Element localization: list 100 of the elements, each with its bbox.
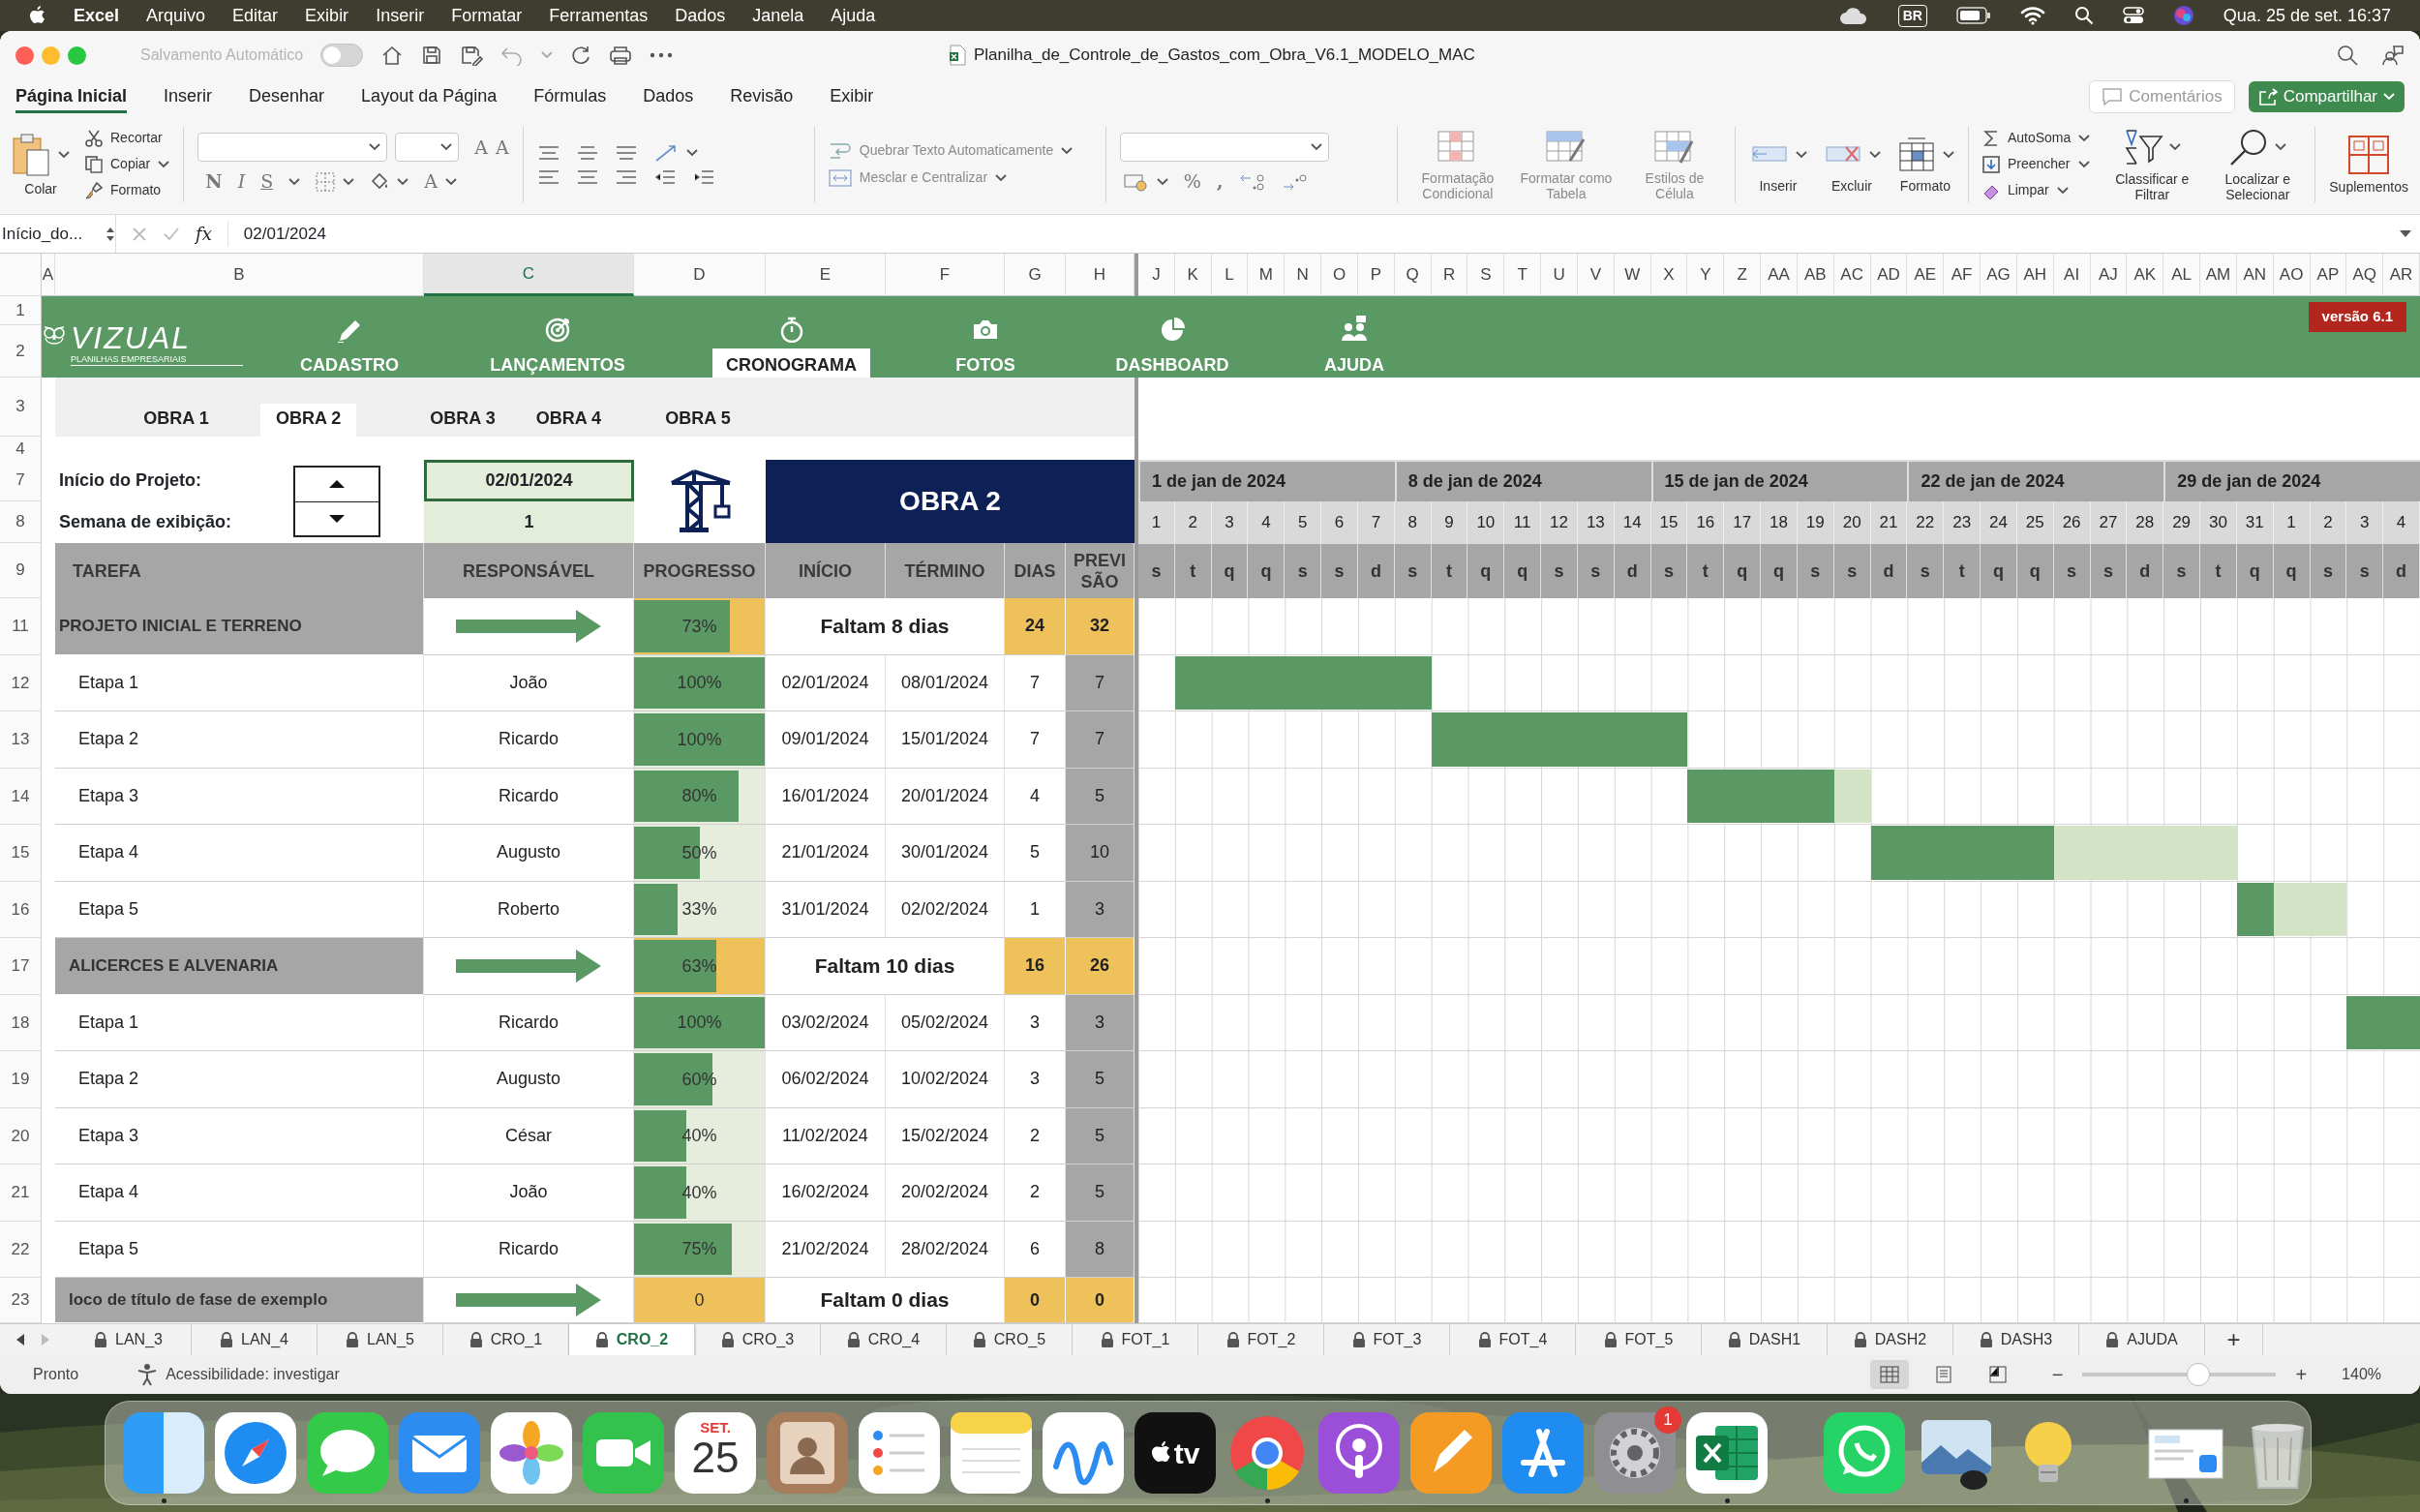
font-color-button[interactable]: A	[424, 167, 438, 196]
row-header[interactable]: 20	[0, 1107, 42, 1164]
fill-color-button[interactable]	[370, 171, 409, 192]
column-header[interactable]: AH	[2016, 254, 2054, 296]
row-header[interactable]: 21	[0, 1164, 42, 1222]
align-right-icon[interactable]	[614, 167, 638, 186]
project-tab[interactable]: OBRA 2	[260, 404, 357, 437]
row-header[interactable]: 12	[0, 654, 42, 711]
align-top-icon[interactable]	[536, 143, 560, 162]
video-camera-icon[interactable]	[583, 1412, 664, 1494]
print-icon[interactable]	[609, 45, 633, 66]
column-header[interactable]: Y	[1687, 254, 1725, 296]
search-icon[interactable]	[2073, 6, 2094, 25]
row-header[interactable]: 7	[0, 460, 42, 501]
app-menu[interactable]: Excel	[74, 2, 120, 29]
bold-button[interactable]: N	[205, 167, 223, 196]
menu-item[interactable]: Ferramentas	[549, 2, 649, 29]
fill-button[interactable]: Preencher	[1981, 154, 2091, 174]
column-header[interactable]: T	[1504, 254, 1542, 296]
nav-tab[interactable]: CRONOGRAMA	[712, 348, 870, 378]
save-icon[interactable]	[421, 45, 443, 66]
project-tab[interactable]: OBRA 3	[414, 404, 511, 437]
align-bottom-icon[interactable]	[614, 143, 638, 162]
column-header[interactable]: AF	[1944, 254, 1981, 296]
row-header[interactable]: 18	[0, 994, 42, 1051]
align-left-icon[interactable]	[536, 167, 560, 186]
currency-button[interactable]	[1123, 171, 1168, 192]
row-header[interactable]: 8	[0, 501, 42, 543]
column-header[interactable]: AR	[2383, 254, 2420, 296]
zoom-button[interactable]	[68, 45, 86, 65]
column-header[interactable]: L	[1211, 254, 1249, 296]
underline-button[interactable]: S	[260, 167, 274, 196]
ribbon-tab[interactable]: Fórmulas	[533, 80, 607, 113]
column-header[interactable]: Q	[1394, 254, 1432, 296]
column-header[interactable]: M	[1248, 254, 1286, 296]
expand-caret-icon[interactable]	[2399, 228, 2412, 239]
wifi-icon[interactable]	[2019, 6, 2045, 25]
menu-item[interactable]: Dados	[675, 2, 726, 29]
calendar-icon[interactable]: SET. 25	[675, 1412, 756, 1494]
orb-icon[interactable]	[2172, 5, 2194, 26]
ribbon-tab[interactable]: Desenhar	[249, 80, 325, 113]
decrease-decimal-icon[interactable]	[1281, 171, 1309, 192]
project-tab[interactable]: OBRA 4	[520, 404, 618, 437]
tv-app-icon[interactable]: tv	[1134, 1412, 1216, 1494]
align-center-icon[interactable]	[575, 167, 599, 186]
row-header[interactable]: 17	[0, 938, 42, 995]
row-header[interactable]: 15	[0, 825, 42, 882]
envelope-icon[interactable]	[399, 1412, 480, 1494]
format-cells-button[interactable]: Formato	[1895, 135, 1954, 194]
delete-cells-button[interactable]: Excluir	[1822, 135, 1881, 194]
column-header[interactable]: AL	[2163, 254, 2200, 296]
ribbon-tab[interactable]: Inserir	[164, 80, 213, 113]
column-header[interactable]: AC	[1833, 254, 1871, 296]
clear-button[interactable]: Limpar	[1981, 180, 2091, 200]
column-header[interactable]: J	[1138, 254, 1175, 296]
toggles-icon[interactable]	[2122, 6, 2144, 25]
row-header[interactable]: 19	[0, 1051, 42, 1108]
row-header[interactable]: 14	[0, 768, 42, 825]
column-header[interactable]: F	[886, 254, 1005, 296]
italic-button[interactable]: I	[237, 167, 246, 196]
comma-style-button[interactable]: ,	[1216, 167, 1224, 196]
insert-function-button[interactable]: fx	[196, 221, 212, 247]
column-header[interactable]: K	[1174, 254, 1212, 296]
column-header[interactable]: U	[1541, 254, 1578, 296]
row-header[interactable]: 11	[0, 598, 42, 655]
menu-item[interactable]: Janela	[752, 2, 804, 29]
input-source-indicator[interactable]: BR	[1897, 4, 1927, 27]
column-header[interactable]: D	[634, 254, 766, 296]
save-as-icon[interactable]	[460, 45, 484, 66]
notepad-icon[interactable]	[951, 1412, 1032, 1494]
pen-icon[interactable]	[1410, 1412, 1492, 1494]
column-header[interactable]: AA	[1761, 254, 1798, 296]
align-middle-icon[interactable]	[575, 143, 599, 162]
column-header[interactable]: AE	[1907, 254, 1945, 296]
accessibility-status[interactable]: Acessibilidade: investigar	[166, 1363, 340, 1386]
column-header[interactable]: X	[1650, 254, 1688, 296]
column-header[interactable]: B	[55, 254, 424, 296]
column-header[interactable]: Z	[1724, 254, 1762, 296]
compass-icon[interactable]	[215, 1412, 296, 1494]
sort-filter-button[interactable]: Classificar e Filtrar	[2105, 126, 2199, 202]
clock-text[interactable]: Qua. 25 de set. 16:37	[2223, 2, 2391, 29]
column-header[interactable]: G	[1005, 254, 1066, 296]
week-cell[interactable]: 1	[424, 501, 634, 543]
speech-bubble-icon[interactable]	[307, 1412, 388, 1494]
row-header[interactable]: 1	[0, 296, 42, 325]
column-header[interactable]: AN	[2236, 254, 2274, 296]
row-header[interactable]: 2	[0, 325, 42, 378]
column-header[interactable]: AQ	[2346, 254, 2384, 296]
refresh-icon[interactable]	[570, 45, 592, 66]
two-tone-square-icon[interactable]	[123, 1412, 204, 1494]
previous-sheet-icon[interactable]	[15, 1333, 25, 1346]
column-header[interactable]: N	[1285, 254, 1322, 296]
percent-button[interactable]: %	[1183, 167, 1201, 196]
row-header[interactable]: 16	[0, 881, 42, 938]
zoom-in-button[interactable]: +	[2295, 1360, 2308, 1389]
name-box[interactable]: Início_do...	[2, 215, 116, 253]
checklist-icon[interactable]	[859, 1412, 940, 1494]
menu-item[interactable]: Ajuda	[831, 2, 876, 29]
check-icon[interactable]	[163, 226, 180, 242]
ribbon-tab[interactable]: Layout da Página	[361, 80, 498, 113]
